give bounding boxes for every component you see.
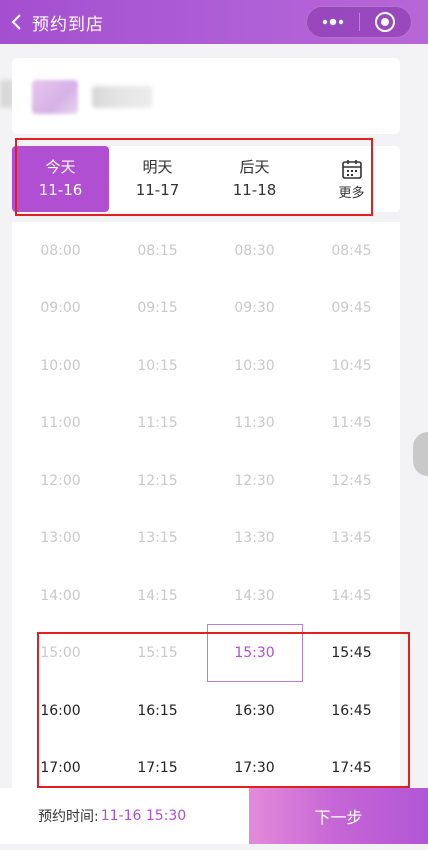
chevron-left-icon — [11, 14, 21, 30]
time-slot: 09:30 — [234, 300, 275, 317]
back-button[interactable] — [2, 0, 32, 44]
time-slot: 13:00 — [40, 530, 81, 547]
title-bar: 预约到店 — [0, 0, 428, 44]
more-dots-button[interactable] — [307, 6, 359, 38]
time-slot: 13:15 — [137, 530, 178, 547]
time-slot: 08:15 — [137, 242, 178, 259]
target-close-icon — [375, 12, 396, 32]
bottom-strip — [0, 844, 428, 850]
time-slot: 14:30 — [234, 587, 275, 604]
page-title: 预约到店 — [32, 14, 104, 35]
store-avatar — [32, 80, 78, 114]
next-step-button[interactable]: 下一步 — [249, 788, 428, 844]
more-dots-icon — [322, 18, 343, 26]
time-slot: 08:30 — [234, 242, 275, 259]
appointment-time: 预约时间: 11-16 15:30 — [38, 788, 186, 844]
time-slot: 12:30 — [234, 472, 275, 489]
side-scroll-handle[interactable] — [413, 432, 428, 476]
time-slot: 10:30 — [234, 357, 275, 374]
time-slot: 13:45 — [331, 530, 372, 547]
time-slot: 11:30 — [234, 415, 275, 432]
appointment-time-label: 预约时间: — [38, 809, 99, 825]
time-slot: 12:15 — [137, 472, 178, 489]
time-slot: 11:15 — [137, 415, 178, 432]
time-slot: 14:00 — [40, 587, 81, 604]
time-slot: 14:45 — [331, 587, 372, 604]
annotation-box-dates — [15, 138, 373, 216]
time-slot: 08:45 — [331, 242, 372, 259]
time-slot: 08:00 — [40, 242, 81, 259]
time-slot: 11:00 — [40, 415, 81, 432]
time-slot: 09:00 — [40, 300, 81, 317]
store-card — [12, 58, 400, 134]
time-slot: 09:15 — [137, 300, 178, 317]
time-slot: 13:30 — [234, 530, 275, 547]
store-name-blurred — [92, 86, 152, 108]
time-slot: 14:15 — [137, 587, 178, 604]
time-slot: 12:45 — [331, 472, 372, 489]
time-slot: 10:45 — [331, 357, 372, 374]
time-slot: 10:15 — [137, 357, 178, 374]
mini-program-capsule — [306, 6, 412, 38]
time-slot: 09:45 — [331, 300, 372, 317]
time-slot: 12:00 — [40, 472, 81, 489]
close-mini-program-button[interactable] — [359, 6, 411, 38]
annotation-box-times — [37, 632, 410, 788]
appointment-time-value: 11-16 15:30 — [100, 808, 187, 824]
time-slot: 11:45 — [331, 415, 372, 432]
bottom-bar: 预约时间: 11-16 15:30 下一步 — [0, 788, 428, 844]
time-slot: 10:00 — [40, 357, 81, 374]
